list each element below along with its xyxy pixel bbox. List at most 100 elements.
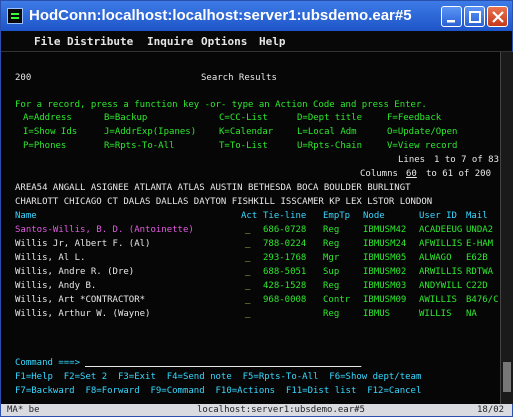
title-bar[interactable]: HodConn:localhost:localhost:server1:ubsd… bbox=[1, 1, 512, 31]
action-code: C=CC-List bbox=[219, 113, 268, 123]
menu-bar: File Distribute Inquire Options Help bbox=[1, 32, 512, 52]
row-action-input[interactable]: _ bbox=[245, 267, 250, 277]
menu-help[interactable]: Help bbox=[259, 35, 286, 48]
row-tie-line: 788-0224 bbox=[263, 239, 307, 249]
menu-inquire[interactable]: Inquire bbox=[147, 35, 193, 48]
status-right: 18/02 bbox=[477, 405, 505, 415]
col-header-name: Name bbox=[15, 211, 37, 221]
status-left: MA* be bbox=[7, 405, 40, 415]
window-title: HodConn:localhost:localhost:server1:ubsd… bbox=[29, 7, 412, 24]
action-code: L=Local Adm bbox=[297, 127, 357, 137]
action-code: P=Phones bbox=[23, 141, 67, 151]
vertical-scrollbar[interactable] bbox=[500, 52, 513, 404]
row-emp-type: Contr bbox=[323, 295, 351, 305]
row-name: Willis, Andre R. (Dre) bbox=[15, 267, 135, 277]
row-mail: NA bbox=[466, 309, 477, 319]
row-mail: RDTWA bbox=[466, 267, 494, 277]
lines-label: Lines bbox=[398, 155, 426, 165]
row-emp-type: Sup bbox=[323, 267, 340, 277]
row-name: Willis, Arthur W. (Wayne) bbox=[15, 309, 151, 319]
close-icon bbox=[492, 11, 504, 23]
col-header-userid: User ID bbox=[419, 211, 457, 221]
screen-heading: Search Results bbox=[201, 73, 277, 83]
terminal-screen[interactable]: 200 Search Results For a record, press a… bbox=[1, 52, 500, 404]
function-keys-line1: F1=Help F2=Set 2 F3=Exit F4=Send note F5… bbox=[15, 372, 422, 382]
action-code: D=Dept title bbox=[297, 113, 363, 123]
columns-label: Columns bbox=[360, 169, 398, 179]
minimize-icon bbox=[447, 20, 455, 23]
row-node: IBMUSM24 bbox=[363, 239, 407, 249]
row-emp-type: Reg bbox=[323, 281, 340, 291]
action-code: T=To-List bbox=[219, 141, 268, 151]
action-code: O=Update/Open bbox=[387, 127, 458, 137]
menu-options[interactable]: Options bbox=[201, 35, 247, 48]
terminal-window: HodConn:localhost:localhost:server1:ubsd… bbox=[0, 0, 513, 417]
row-mail: UNDA2 bbox=[466, 225, 494, 235]
row-emp-type: Reg bbox=[323, 239, 340, 249]
command-label: Command ===> bbox=[15, 358, 81, 368]
menu-distribute[interactable]: Distribute bbox=[67, 35, 133, 48]
row-action-input[interactable]: _ bbox=[245, 295, 250, 305]
status-bar: MA* be localhost:server1:ubsdemo.ear#5 1… bbox=[1, 404, 512, 416]
action-code: F=Feedback bbox=[387, 113, 442, 123]
area-list: AREA54 ANGALL ASIGNEE ATLANTA ATLAS AUST… bbox=[15, 183, 411, 193]
function-keys-line2: F7=Backward F8=Forward F9=Command F10=Ac… bbox=[15, 386, 422, 396]
action-code: U=Rpts-Chain bbox=[297, 141, 363, 151]
menu-file[interactable]: File bbox=[34, 35, 61, 48]
row-node: IBMUSM03 bbox=[363, 281, 407, 291]
area-list: CHARLOTT CHICAGO CT DALAS DALLAS DAYTON … bbox=[15, 197, 433, 207]
col-header-tie: Tie-line bbox=[263, 211, 307, 221]
row-action-input[interactable]: _ bbox=[245, 239, 250, 249]
row-emp-type: Reg bbox=[323, 309, 340, 319]
row-action-input[interactable]: _ bbox=[245, 309, 250, 319]
row-tie-line: 686-0728 bbox=[263, 225, 307, 235]
command-input[interactable] bbox=[85, 358, 361, 368]
help-line: For a record, press a function key -or- … bbox=[15, 100, 427, 110]
row-action-input[interactable]: _ bbox=[245, 281, 250, 291]
columns-input[interactable]: 60 bbox=[406, 169, 417, 179]
row-emp-type: Reg bbox=[323, 225, 340, 235]
row-emp-type: Mgr bbox=[323, 253, 340, 263]
row-mail: B476/C bbox=[466, 295, 499, 305]
status-center: localhost:server1:ubsdemo.ear#5 bbox=[197, 405, 365, 415]
action-code: V=View record bbox=[387, 141, 458, 151]
screen-id: 200 bbox=[15, 73, 32, 83]
lines-value: 1 to 7 of 83 bbox=[434, 155, 500, 165]
row-action-input[interactable]: _ bbox=[245, 253, 250, 263]
close-button[interactable] bbox=[487, 6, 508, 27]
row-name: Willis, Al L. bbox=[15, 253, 86, 263]
col-header-act: Act bbox=[241, 211, 258, 221]
col-header-node: Node bbox=[363, 211, 385, 221]
row-name: Willis, Art *CONTRACTOR* bbox=[15, 295, 146, 305]
row-user-id: AWILLIS bbox=[419, 295, 457, 305]
row-name: Santos-Willis, B. D. (Antoinette) bbox=[15, 225, 194, 235]
row-tie-line: 688-5051 bbox=[263, 267, 307, 277]
action-code: R=Rpts-To-All bbox=[104, 141, 175, 151]
row-name: Willis Jr, Albert F. (Al) bbox=[15, 239, 151, 249]
row-tie-line: 293-1768 bbox=[263, 253, 307, 263]
row-node: IBMUSM05 bbox=[363, 253, 407, 263]
action-code: B=Backup bbox=[104, 113, 148, 123]
maximize-icon bbox=[469, 11, 481, 23]
row-tie-line: 428-1528 bbox=[263, 281, 307, 291]
action-code: A=Address bbox=[23, 113, 72, 123]
action-code: K=Calendar bbox=[219, 127, 274, 137]
row-node: IBMUS bbox=[363, 309, 391, 319]
row-mail: E-HAM bbox=[466, 239, 494, 249]
scroll-thumb[interactable] bbox=[503, 362, 511, 392]
action-code: I=Show Ids bbox=[23, 127, 78, 137]
row-node: IBMUSM42 bbox=[363, 225, 407, 235]
row-mail: C22D bbox=[466, 281, 488, 291]
minimize-button[interactable] bbox=[441, 6, 462, 27]
maximize-button[interactable] bbox=[464, 6, 485, 27]
row-user-id: ALWAGO bbox=[419, 253, 452, 263]
row-action-input[interactable]: _ bbox=[245, 225, 250, 235]
row-mail: E62B bbox=[466, 253, 488, 263]
action-code: J=AddrExp(Ipanes) bbox=[104, 127, 197, 137]
row-tie-line: 968-0008 bbox=[263, 295, 307, 305]
row-user-id: AFWILLIS bbox=[419, 239, 463, 249]
col-header-mail: Mail bbox=[466, 211, 488, 221]
row-node: IBMUSM02 bbox=[363, 267, 407, 277]
row-name: Willis, Andy B. bbox=[15, 281, 97, 291]
col-header-emp: EmpTp bbox=[323, 211, 351, 221]
